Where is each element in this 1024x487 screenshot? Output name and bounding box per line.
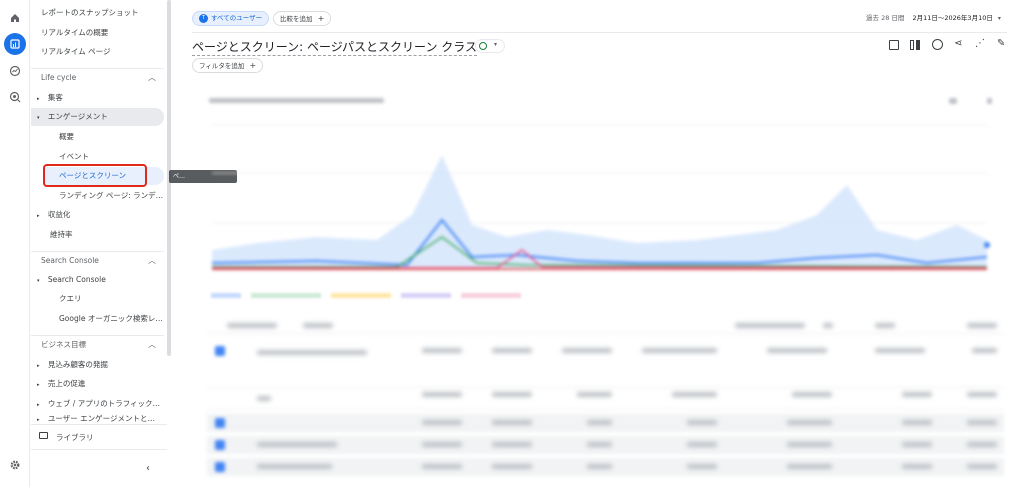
navigation-rail xyxy=(0,0,30,487)
caret-down-icon: ▾ xyxy=(494,41,498,48)
nav-engagement[interactable]: ▾ エンゲージメント xyxy=(31,108,164,126)
data-table xyxy=(207,318,1004,487)
library-label: ライブラリ xyxy=(56,433,94,442)
collapse-sidebar-icon[interactable]: ‹ xyxy=(146,463,150,474)
chart-svg xyxy=(211,124,990,271)
nav-landing-page[interactable]: ランディング ページ: ランデ… xyxy=(31,187,164,205)
segment-chip[interactable]: T すべてのユーザー xyxy=(192,11,270,26)
title-status-chip[interactable]: ▾ xyxy=(475,39,505,53)
caret-right-icon: ▸ xyxy=(37,213,40,219)
reports-icon[interactable] xyxy=(4,33,26,55)
edit-pencil-icon[interactable]: ✎ xyxy=(997,38,1005,49)
table-row[interactable] xyxy=(207,458,1004,476)
nav-engagement-overview[interactable]: 概要 xyxy=(31,128,164,146)
report-sidebar: レポートのスナップショット リアルタイムの概要 リアルタイム ページ Life … xyxy=(31,0,167,487)
legend-item[interactable] xyxy=(251,293,321,298)
nav-snapshot[interactable]: レポートのスナップショット xyxy=(31,4,164,22)
library-item[interactable]: ライブラリ xyxy=(31,424,167,450)
caret-right-icon: ▸ xyxy=(37,382,40,388)
date-range: 2月11日～2026年3月10日 xyxy=(912,14,993,22)
section-business-label: ビジネス目標 xyxy=(41,340,86,349)
plus-icon: + xyxy=(249,61,257,70)
compare-chip[interactable]: 比較を追加 + xyxy=(273,11,332,26)
page-title[interactable]: ページとスクリーン: ページパスとスクリーン クラス xyxy=(192,38,478,56)
segment-avatar: T xyxy=(199,13,208,23)
nav-monetization-label: 収益化 xyxy=(47,210,71,219)
filter-chip[interactable]: フィルタを追加 + xyxy=(192,58,264,73)
nav-sales[interactable]: ▸ 売上の促進 xyxy=(31,375,164,393)
nav-acquisition-label: 集客 xyxy=(47,93,63,102)
home-icon[interactable] xyxy=(7,10,23,26)
compare-icon[interactable] xyxy=(910,40,921,50)
chart-legend xyxy=(211,293,521,298)
plus-icon: + xyxy=(317,14,325,23)
section-search-console-label: Search Console xyxy=(41,256,99,265)
caret-right-icon: ▸ xyxy=(37,96,40,102)
compare-chip-label: 比較を追加 xyxy=(280,15,313,23)
nav-queries[interactable]: クエリ xyxy=(31,290,164,308)
date-range-selector[interactable]: 過去 28 日間 2月11日～2026年3月10日 ▾ xyxy=(866,12,1001,22)
legend-item[interactable] xyxy=(461,293,521,298)
tooltip-text: ペ… xyxy=(173,173,186,180)
customize-report-icon[interactable] xyxy=(889,40,899,50)
caret-down-icon: ▾ xyxy=(997,15,1001,22)
nav-leads-label: 見込み顧客の発掘 xyxy=(47,360,108,369)
folder-icon xyxy=(39,432,48,439)
trend-icon[interactable]: ⋰ xyxy=(975,38,985,49)
section-lifecycle-label: Life cycle xyxy=(41,73,77,82)
section-lifecycle[interactable]: Life cycle ︿ xyxy=(31,68,164,86)
legend-item[interactable] xyxy=(331,293,391,298)
nav-search-console-label: Search Console xyxy=(47,275,106,284)
divider xyxy=(192,32,1007,33)
insights-icon[interactable] xyxy=(932,39,943,50)
settings-icon[interactable] xyxy=(7,457,23,473)
nav-retention[interactable]: 維持率 xyxy=(31,226,164,244)
caret-right-icon: ▸ xyxy=(37,363,40,369)
chevron-up-icon: ︿ xyxy=(148,73,156,82)
check-circle-icon xyxy=(479,42,487,50)
legend-item[interactable] xyxy=(211,293,241,298)
chevron-up-icon: ︿ xyxy=(148,340,156,349)
table-row[interactable] xyxy=(207,436,1004,454)
nav-google-organic[interactable]: Google オーガニック検索レ… xyxy=(31,310,164,328)
nav-leads[interactable]: ▸ 見込み顧客の発掘 xyxy=(31,356,164,374)
highlight-annotation xyxy=(43,164,147,187)
date-prefix: 過去 28 日間 xyxy=(866,14,905,22)
nav-traffic-label: ウェブ / アプリのトラフィック… xyxy=(47,399,161,408)
series-point xyxy=(984,242,990,248)
explore-icon[interactable] xyxy=(7,63,23,79)
table-totals-row xyxy=(207,388,1004,410)
share-icon[interactable]: ⋖ xyxy=(954,38,962,49)
nav-monetization[interactable]: ▸ 収益化 xyxy=(31,206,164,224)
table-row[interactable] xyxy=(207,414,1004,432)
caret-right-icon: ▸ xyxy=(37,417,40,423)
nav-search-console[interactable]: ▾ Search Console xyxy=(31,271,164,289)
table-toolbar xyxy=(207,318,1004,334)
nav-realtime-overview[interactable]: リアルタイムの概要 xyxy=(31,24,164,42)
nav-traffic[interactable]: ▸ ウェブ / アプリのトラフィック… xyxy=(31,395,164,413)
confidence-band xyxy=(212,155,987,270)
section-business-objectives[interactable]: ビジネス目標 ︿ xyxy=(31,335,164,353)
filter-chip-label: フィルタを追加 xyxy=(199,62,245,70)
segment-chip-label: すべてのユーザー xyxy=(211,14,263,22)
section-search-console[interactable]: Search Console ︿ xyxy=(31,251,164,269)
chevron-up-icon: ︿ xyxy=(148,256,156,265)
caret-down-icon: ▾ xyxy=(37,278,40,284)
table-header xyxy=(207,340,1004,388)
advertising-icon[interactable] xyxy=(7,89,23,105)
caret-right-icon: ▸ xyxy=(37,402,40,408)
nav-user-engagement-label: ユーザー エンゲージメントと… xyxy=(47,414,155,423)
chart-card xyxy=(197,85,1007,305)
legend-item[interactable] xyxy=(401,293,451,298)
nav-user-engagement[interactable]: ▸ ユーザー エンゲージメントと… xyxy=(31,414,164,424)
nav-sales-label: 売上の促進 xyxy=(47,379,86,388)
nav-engagement-label: エンゲージメント xyxy=(47,112,108,121)
nav-acquisition[interactable]: ▸ 集客 xyxy=(31,89,164,107)
caret-down-icon: ▾ xyxy=(37,115,40,121)
nav-realtime-pages[interactable]: リアルタイム ページ xyxy=(31,43,164,61)
